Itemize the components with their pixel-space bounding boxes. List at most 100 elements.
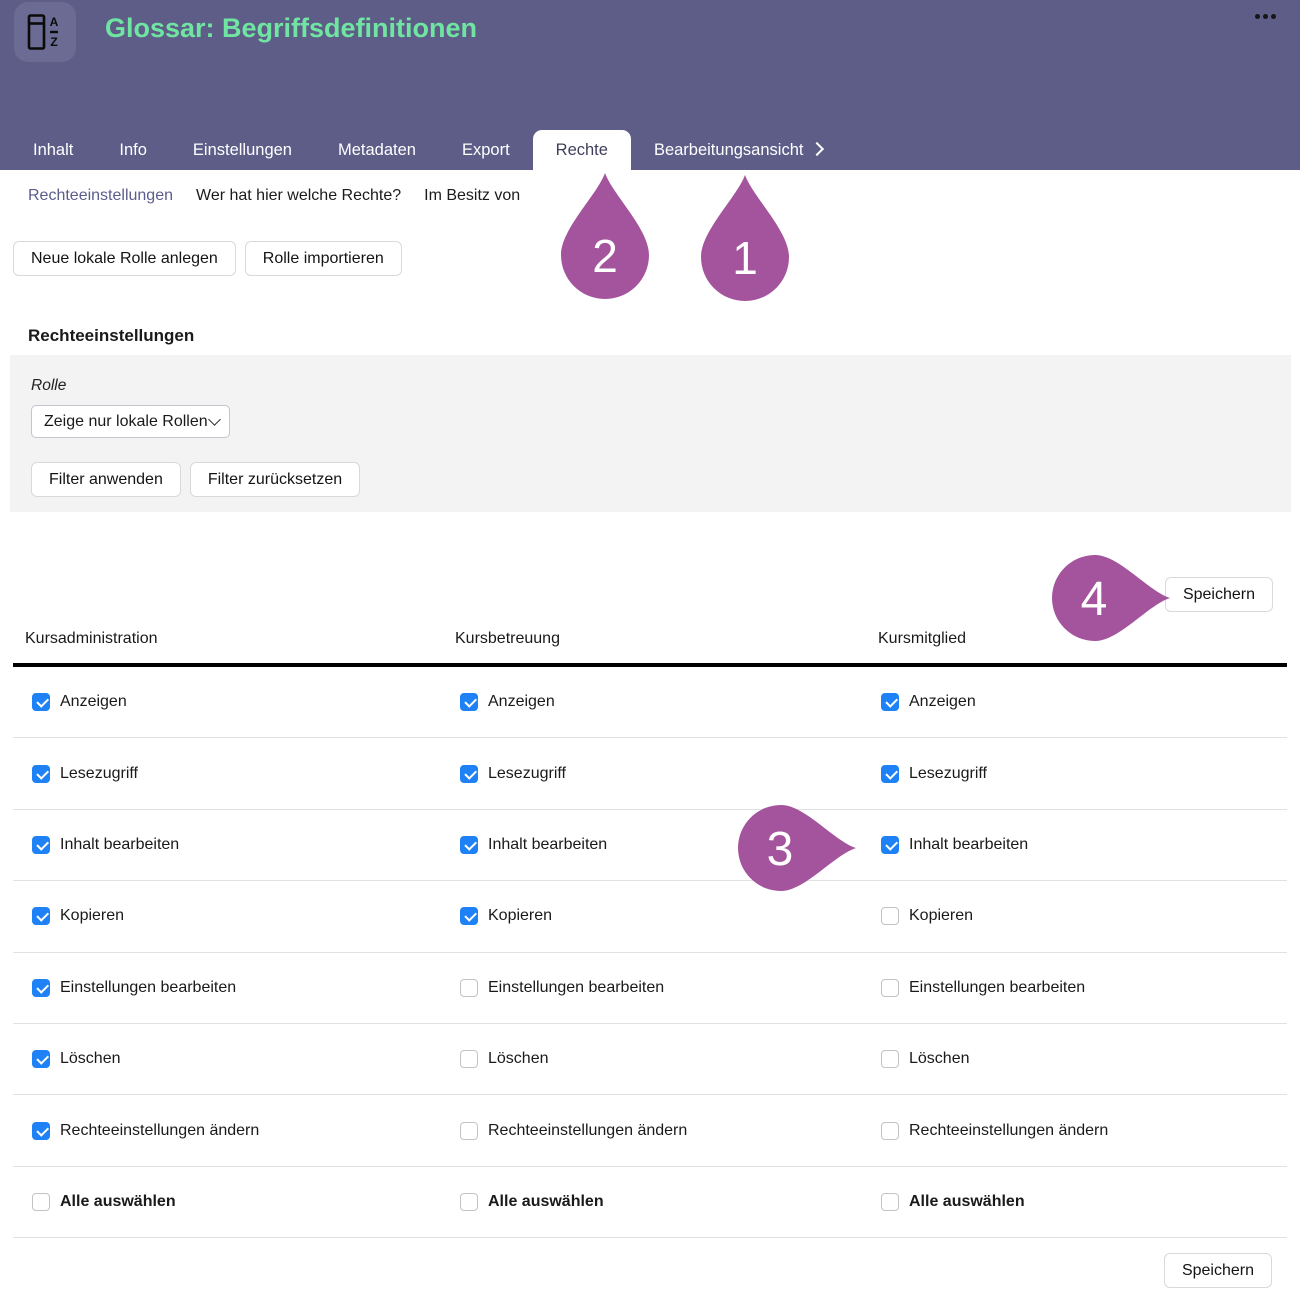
svg-text:1: 1 (732, 232, 758, 284)
checkbox-inhalt-mitglied[interactable] (881, 836, 899, 854)
permission-cell: Lesezugriff (881, 765, 1287, 783)
permission-cell: Löschen (32, 1050, 460, 1068)
subtab-wer-hat-rechte[interactable]: Wer hat hier welche Rechte? (196, 187, 401, 205)
tab-export[interactable]: Export (439, 130, 533, 170)
checkbox-rechte-mitglied[interactable] (881, 1122, 899, 1140)
checkbox-inhalt-admin[interactable] (32, 836, 50, 854)
checkbox-label: Anzeigen (909, 693, 976, 711)
checkbox-anzeigen-betreuung[interactable] (460, 693, 478, 711)
checkbox-label: Kopieren (909, 907, 973, 925)
column-header-kursbetreuung: Kursbetreuung (455, 630, 878, 648)
checkbox-label: Rechteeinstellungen ändern (60, 1122, 259, 1140)
checkbox-loeschen-betreuung[interactable] (460, 1050, 478, 1068)
checkbox-label: Inhalt bearbeiten (60, 836, 179, 854)
checkbox-label: Einstellungen bearbeiten (60, 979, 236, 997)
chevron-right-icon (810, 142, 824, 156)
svg-text:2: 2 (592, 230, 618, 282)
checkbox-anzeigen-mitglied[interactable] (881, 693, 899, 711)
checkbox-einstellungen-admin[interactable] (32, 979, 50, 997)
checkbox-loeschen-mitglied[interactable] (881, 1050, 899, 1068)
checkbox-alle-mitglied[interactable] (881, 1193, 899, 1211)
column-header-kursadministration: Kursadministration (25, 630, 455, 648)
checkbox-label: Kopieren (488, 907, 552, 925)
table-row-anzeigen: Anzeigen Anzeigen Anzeigen (13, 667, 1287, 738)
permission-cell: Einstellungen bearbeiten (881, 979, 1287, 997)
checkbox-label: Rechteeinstellungen ändern (488, 1122, 687, 1140)
subtabs: Rechteeinstellungen Wer hat hier welche … (28, 187, 520, 205)
checkbox-label: Alle auswählen (909, 1193, 1025, 1211)
section-title: Rechteeinstellungen (28, 326, 194, 346)
permission-cell: Alle auswählen (32, 1193, 460, 1211)
checkbox-einstellungen-mitglied[interactable] (881, 979, 899, 997)
table-row-alle-auswaehlen: Alle auswählen Alle auswählen Alle auswä… (13, 1167, 1287, 1238)
table-row-loeschen: Löschen Löschen Löschen (13, 1024, 1287, 1095)
checkbox-lesezugriff-betreuung[interactable] (460, 765, 478, 783)
checkbox-alle-admin[interactable] (32, 1193, 50, 1211)
save-button-bottom[interactable]: Speichern (1164, 1253, 1272, 1288)
checkbox-kopieren-betreuung[interactable] (460, 907, 478, 925)
checkbox-loeschen-admin[interactable] (32, 1050, 50, 1068)
checkbox-inhalt-betreuung[interactable] (460, 836, 478, 854)
import-role-button[interactable]: Rolle importieren (245, 241, 402, 276)
permission-cell: Inhalt bearbeiten (32, 836, 460, 854)
permission-cell: Alle auswählen (881, 1193, 1287, 1211)
permission-cell: Löschen (460, 1050, 881, 1068)
checkbox-lesezugriff-mitglied[interactable] (881, 765, 899, 783)
permission-cell: Kopieren (32, 907, 460, 925)
table-row-inhalt-bearbeiten: Inhalt bearbeiten Inhalt bearbeiten Inha… (13, 810, 1287, 881)
role-label: Rolle (31, 377, 66, 395)
checkbox-label: Alle auswählen (488, 1193, 604, 1211)
checkbox-label: Rechteeinstellungen ändern (909, 1122, 1108, 1140)
new-local-role-button[interactable]: Neue lokale Rolle anlegen (13, 241, 236, 276)
checkbox-label: Alle auswählen (60, 1193, 176, 1211)
role-select[interactable]: Zeige nur lokale Rollen (31, 405, 230, 438)
tab-metadaten[interactable]: Metadaten (315, 130, 439, 170)
checkbox-label: Löschen (909, 1050, 970, 1068)
checkbox-kopieren-admin[interactable] (32, 907, 50, 925)
table-row-kopieren: Kopieren Kopieren Kopieren (13, 881, 1287, 952)
overflow-menu-icon[interactable] (1255, 14, 1276, 19)
glossary-permissions-page: A Z Glossar: Begriffsdefinitionen Inhalt… (0, 0, 1300, 1300)
checkbox-lesezugriff-admin[interactable] (32, 765, 50, 783)
checkbox-label: Anzeigen (488, 693, 555, 711)
reset-filter-button[interactable]: Filter zurücksetzen (190, 462, 360, 497)
permission-cell: Alle auswählen (460, 1193, 881, 1211)
apply-filter-button[interactable]: Filter anwenden (31, 462, 181, 497)
permission-cell: Kopieren (881, 907, 1287, 925)
tab-inhalt[interactable]: Inhalt (10, 130, 96, 170)
permission-cell: Einstellungen bearbeiten (460, 979, 881, 997)
checkbox-einstellungen-betreuung[interactable] (460, 979, 478, 997)
checkbox-rechte-admin[interactable] (32, 1122, 50, 1140)
tab-bearbeitungsansicht[interactable]: Bearbeitungsansicht (631, 130, 846, 170)
table-row-einstellungen-bearbeiten: Einstellungen bearbeiten Einstellungen b… (13, 953, 1287, 1024)
subtab-im-besitz-von[interactable]: Im Besitz von (424, 187, 520, 205)
table-row-lesezugriff: Lesezugriff Lesezugriff Lesezugriff (13, 738, 1287, 809)
checkbox-label: Kopieren (60, 907, 124, 925)
checkbox-label: Lesezugriff (909, 765, 987, 783)
permission-cell: Rechteeinstellungen ändern (32, 1122, 460, 1140)
permissions-table: Kursadministration Kursbetreuung Kursmit… (13, 630, 1287, 1238)
checkbox-rechte-betreuung[interactable] (460, 1122, 478, 1140)
annotation-marker-1: 1 (701, 173, 789, 301)
svg-text:Z: Z (50, 35, 57, 49)
checkbox-label: Lesezugriff (488, 765, 566, 783)
checkbox-label: Einstellungen bearbeiten (909, 979, 1085, 997)
checkbox-alle-betreuung[interactable] (460, 1193, 478, 1211)
checkbox-label: Inhalt bearbeiten (909, 836, 1028, 854)
permission-cell: Kopieren (460, 907, 881, 925)
checkbox-label: Anzeigen (60, 693, 127, 711)
permission-cell: Inhalt bearbeiten (460, 836, 881, 854)
subtab-rechteeinstellungen[interactable]: Rechteeinstellungen (28, 187, 173, 205)
table-row-rechteeinstellungen-aendern: Rechteeinstellungen ändern Rechteeinstel… (13, 1095, 1287, 1166)
tab-rechte[interactable]: Rechte (533, 130, 631, 170)
permission-cell: Einstellungen bearbeiten (32, 979, 460, 997)
checkbox-label: Inhalt bearbeiten (488, 836, 607, 854)
permission-cell: Inhalt bearbeiten (881, 836, 1287, 854)
checkbox-anzeigen-admin[interactable] (32, 693, 50, 711)
tab-info[interactable]: Info (96, 130, 170, 170)
save-button-top[interactable]: Speichern (1165, 577, 1273, 612)
tab-einstellungen[interactable]: Einstellungen (170, 130, 315, 170)
chevron-down-icon (208, 413, 221, 426)
checkbox-kopieren-mitglied[interactable] (881, 907, 899, 925)
permission-cell: Lesezugriff (460, 765, 881, 783)
